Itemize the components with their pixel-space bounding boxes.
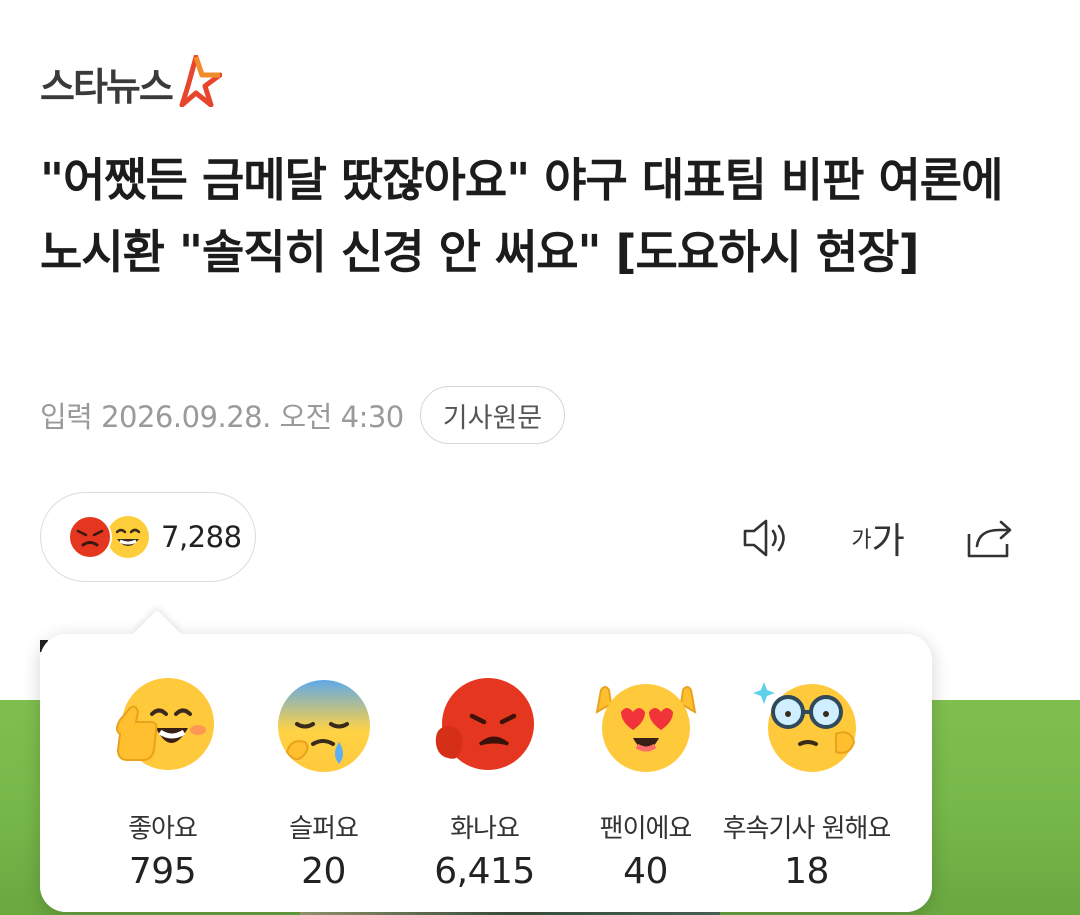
reaction-want-followup[interactable]: 후속기사 원해요 18 [723,672,891,912]
article-toolbar: 가가 [684,508,1020,568]
reaction-sad[interactable]: 슬퍼요 20 [243,672,404,912]
reaction-fan[interactable]: 팬이에요 40 [565,672,726,912]
article-headline: "어쨌든 금메달 땄잖아요" 야구 대표팀 비판 여론에 노시환 "솔직히 신경… [40,153,1003,279]
sad-face-icon [277,680,370,772]
reaction-label: 좋아요 [128,814,198,844]
reaction-label: 화나요 [450,814,520,844]
reaction-summary-button[interactable]: 7,288 [40,492,256,582]
reaction-popup: 좋아요 795 슬퍼요 20 화나요 6,415 팬이에요 40 후속기사 원해… [40,609,932,912]
glasses-face-icon [752,682,856,772]
heart-eyes-face-icon [595,684,696,772]
reaction-list: 좋아요 795 슬퍼요 20 화나요 6,415 팬이에요 40 후속기사 원해… [40,634,932,912]
article-meta: 입력 2026.09.28. 오전 4:30 기사원문 [40,385,566,445]
reaction-count: 20 [301,851,346,892]
reaction-label: 팬이에요 [599,814,693,844]
angry-face-icon [68,515,112,559]
reaction-count: 795 [128,851,197,892]
site-logo[interactable]: 스타뉴스 [40,52,222,114]
tts-button[interactable] [736,508,796,568]
star-logo-icon [179,55,222,107]
reaction-count: 18 [784,851,829,892]
original-article-button[interactable]: 기사원문 [419,386,566,444]
reaction-total-count: 7,288 [161,520,242,554]
reaction-like[interactable]: 좋아요 795 [82,672,243,912]
reaction-count: 6,415 [434,851,535,892]
reaction-angry[interactable]: 화나요 6,415 [404,672,565,912]
publish-date: 입력 2026.09.28. 오전 4:30 [40,400,404,434]
reaction-label: 슬퍼요 [289,814,359,844]
angry-face-icon [435,678,534,770]
reaction-summary-icons [67,514,151,560]
reaction-label: 후속기사 원해요 [722,814,892,844]
font-size-button[interactable]: 가가 [848,508,908,568]
logo-text: 스타뉴스 [40,64,174,109]
thumbs-up-face-icon [115,678,214,770]
share-icon [967,520,1012,558]
font-size-small-label: 가 [851,528,872,553]
share-button[interactable] [960,508,1020,568]
font-size-big-label: 가 [871,521,905,562]
reaction-count: 40 [623,851,668,892]
speaker-icon [743,519,785,557]
